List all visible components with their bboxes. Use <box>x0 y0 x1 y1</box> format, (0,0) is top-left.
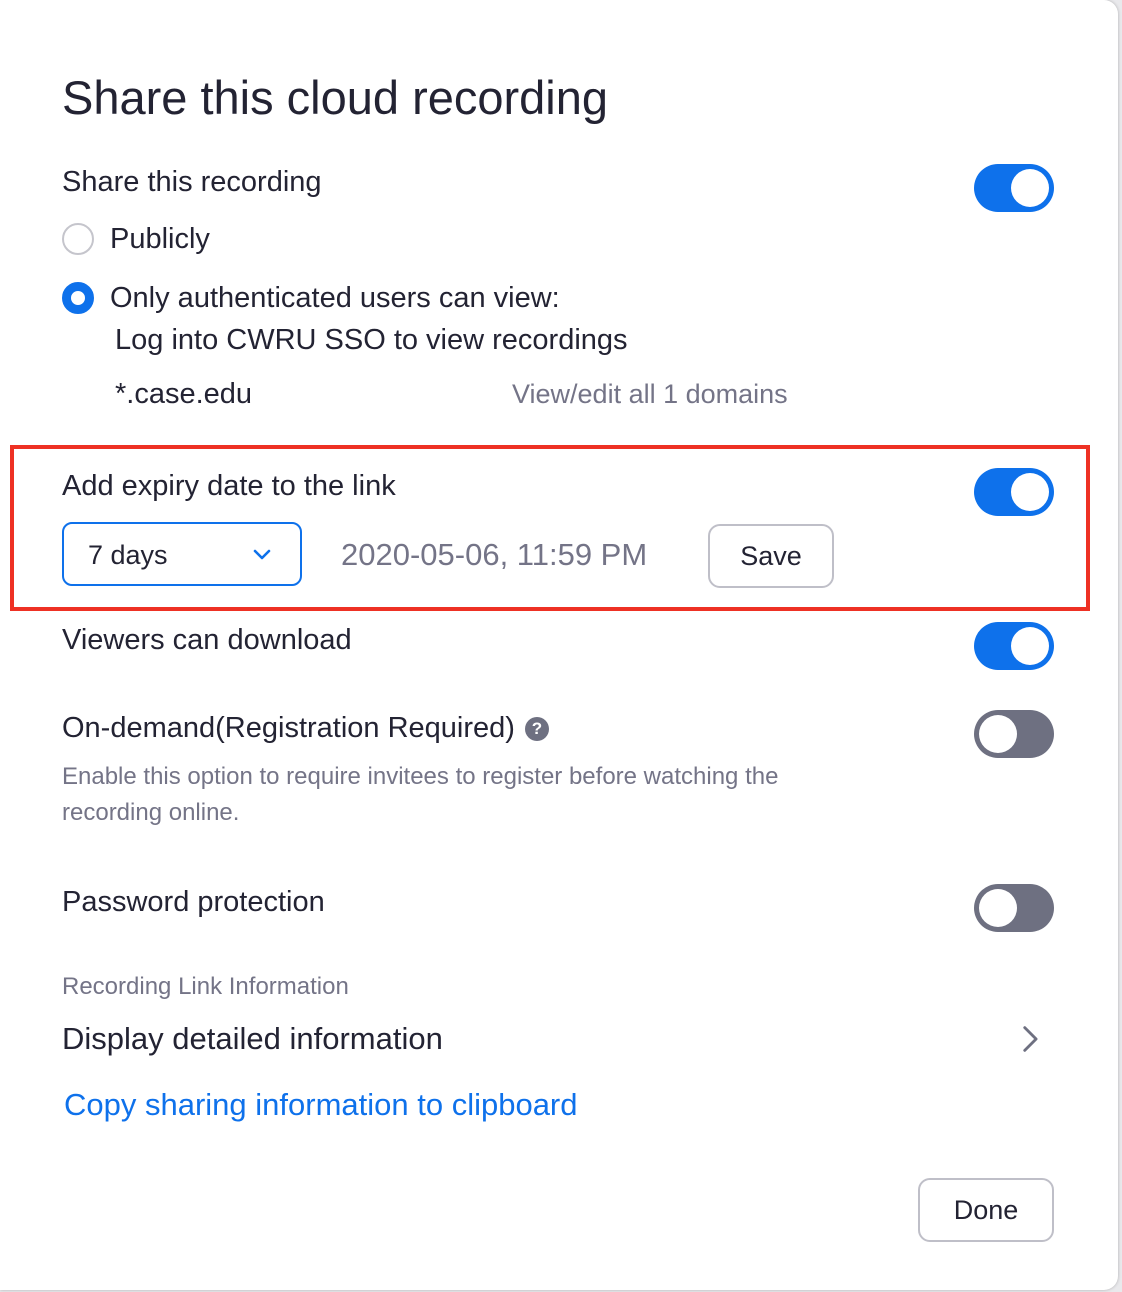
done-button[interactable]: Done <box>918 1178 1054 1242</box>
radio-publicly[interactable] <box>62 223 94 255</box>
expiry-label: Add expiry date to the link <box>62 470 396 502</box>
viewers-download-toggle[interactable] <box>974 622 1054 670</box>
display-detailed-information-row[interactable]: Display detailed information <box>62 1020 1062 1060</box>
radio-authenticated-label[interactable]: Only authenticated users can view: <box>110 280 560 316</box>
expiry-duration-value: 7 days <box>88 540 168 570</box>
on-demand-toggle[interactable] <box>974 710 1054 758</box>
chevron-down-icon <box>253 549 271 560</box>
viewers-download-label: Viewers can download <box>62 624 352 656</box>
password-protection-toggle[interactable] <box>974 884 1054 932</box>
help-icon[interactable]: ? <box>525 717 549 741</box>
on-demand-description: Enable this option to require invitees t… <box>62 763 779 826</box>
radio-authenticated[interactable] <box>62 282 94 314</box>
password-protection-label: Password protection <box>62 886 325 918</box>
on-demand-label: On-demand(Registration Required) <box>62 712 515 744</box>
toggle-knob <box>1011 169 1049 207</box>
toggle-knob <box>979 889 1017 927</box>
link-info-section-label: Recording Link Information <box>62 973 349 1000</box>
toggle-knob <box>1011 627 1049 665</box>
expiry-date-text: 2020-05-06, 11:59 PM <box>341 537 648 572</box>
share-recording-label: Share this recording <box>62 166 322 198</box>
expiry-toggle[interactable] <box>974 468 1054 516</box>
domain-text: *.case.edu <box>115 378 253 410</box>
share-recording-toggle[interactable] <box>974 164 1054 212</box>
radio-publicly-label[interactable]: Publicly <box>110 221 210 257</box>
copy-sharing-info-link[interactable]: Copy sharing information to clipboard <box>64 1086 578 1124</box>
auth-detail-text: Log into CWRU SSO to view recordings <box>115 324 628 356</box>
display-detailed-information-label: Display detailed information <box>62 1021 443 1056</box>
expiry-duration-select[interactable]: 7 days <box>62 522 302 586</box>
save-button[interactable]: Save <box>708 524 834 588</box>
view-edit-domains-link[interactable]: View/edit all 1 domains <box>512 376 788 412</box>
toggle-knob <box>1011 473 1049 511</box>
chevron-right-icon <box>1023 1026 1038 1052</box>
share-recording-dialog: Share this cloud recording Share this re… <box>0 0 1118 1290</box>
toggle-knob <box>979 715 1017 753</box>
dialog-title: Share this cloud recording <box>62 71 609 124</box>
